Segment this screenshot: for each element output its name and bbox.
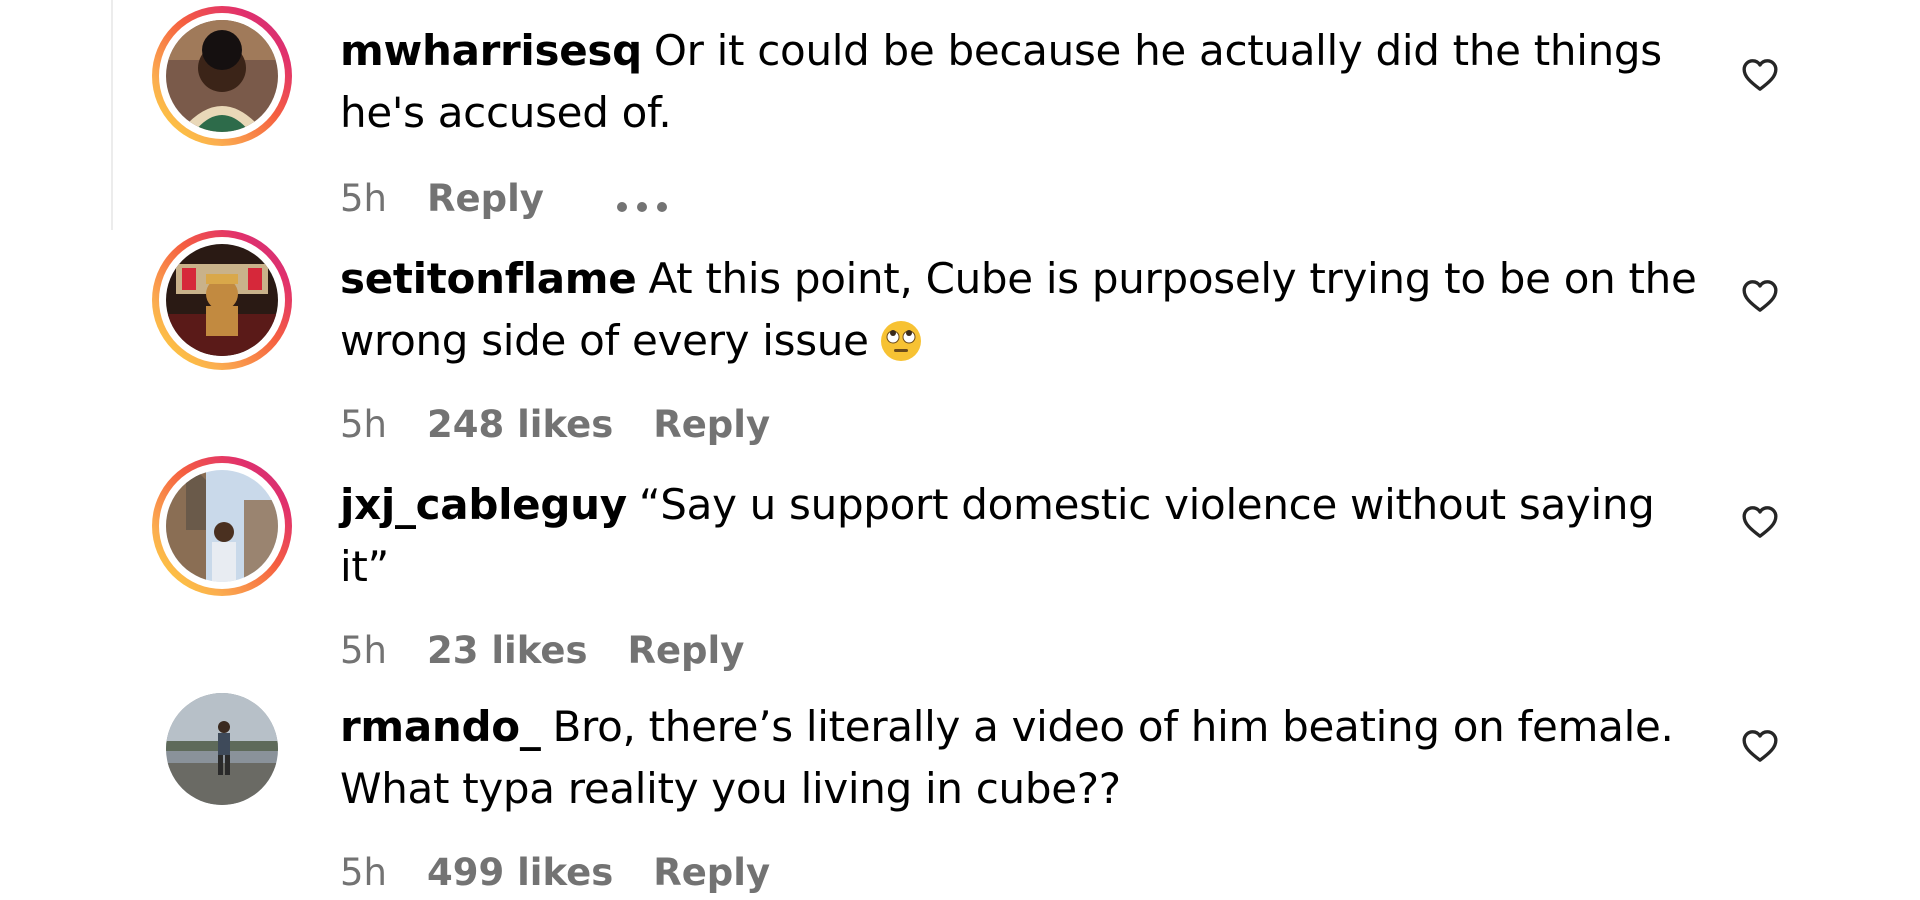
avatar xyxy=(166,470,278,582)
reply-button[interactable]: Reply xyxy=(427,177,544,220)
heart-outline-icon[interactable] xyxy=(1740,502,1780,542)
comment-meta: 5h 499 likes Reply xyxy=(340,851,810,895)
likes-count[interactable]: 248 likes xyxy=(427,403,613,446)
comment-time: 5h xyxy=(340,177,387,220)
comment-meta: 5h 23 likes Reply xyxy=(340,629,784,673)
comment-text: mwharrisesq Or it could be because he act… xyxy=(340,20,1700,144)
heart-outline-icon[interactable] xyxy=(1740,726,1780,766)
comment-time: 5h xyxy=(340,403,387,446)
comment-username[interactable]: jxj_cableguy xyxy=(340,480,627,529)
avatar-story-ring[interactable] xyxy=(152,6,292,146)
reply-button[interactable]: Reply xyxy=(653,851,770,894)
comment-time: 5h xyxy=(340,629,387,672)
avatar xyxy=(166,693,278,805)
comment-text: setitonflame At this point, Cube is purpo… xyxy=(340,248,1700,372)
face-with-rolling-eyes-icon xyxy=(880,321,921,361)
thread-line xyxy=(111,0,113,230)
likes-count[interactable]: 23 likes xyxy=(427,629,587,672)
comment-meta: 5h Reply xyxy=(340,177,710,223)
comment-username[interactable]: setitonflame xyxy=(340,254,637,303)
heart-outline-icon[interactable] xyxy=(1740,276,1780,316)
heart-outline-icon[interactable] xyxy=(1740,55,1780,95)
reply-button[interactable]: Reply xyxy=(627,629,744,672)
avatar-no-story[interactable] xyxy=(166,693,278,805)
avatar-story-ring[interactable] xyxy=(152,230,292,370)
comment-text: rmando_ Bro, there’s literally a video of… xyxy=(340,696,1700,820)
avatar xyxy=(166,20,278,132)
reply-button[interactable]: Reply xyxy=(653,403,770,446)
more-options-icon[interactable] xyxy=(614,179,670,223)
likes-count[interactable]: 499 likes xyxy=(427,851,613,894)
comment-meta: 5h 248 likes Reply xyxy=(340,403,810,447)
avatar-story-ring[interactable] xyxy=(152,456,292,596)
avatar xyxy=(166,244,278,356)
comment-username[interactable]: mwharrisesq xyxy=(340,26,642,75)
comment-username[interactable]: rmando_ xyxy=(340,702,541,751)
comment-text: jxj_cableguy “Say u support domestic viol… xyxy=(340,474,1700,598)
comment-time: 5h xyxy=(340,851,387,894)
